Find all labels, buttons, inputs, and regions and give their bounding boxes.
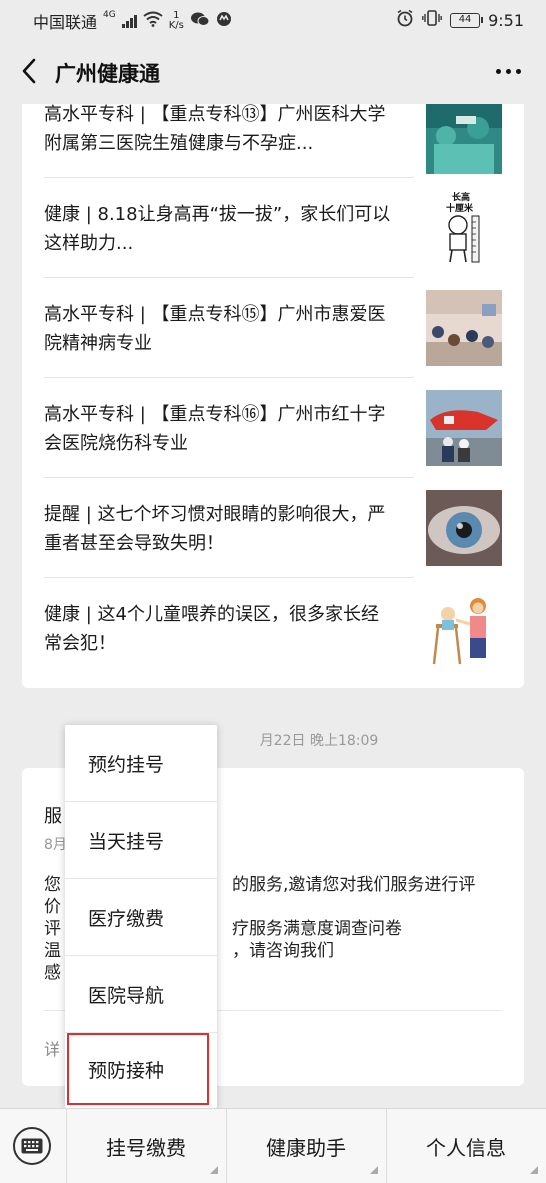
article-title: 高水平专科 | 【重点专科⑮】广州市惠爱医院精神病专业 bbox=[44, 304, 386, 354]
article-item[interactable]: 高水平专科 | 【重点专科⑯】广州市红十字会医院烧伤科专业 bbox=[44, 378, 502, 478]
keyboard-toggle-button[interactable] bbox=[13, 1127, 51, 1165]
article-title: 提醒 | 这七个坏习惯对眼睛的影响很大，严重者甚至会导致失明！ bbox=[44, 504, 386, 554]
article-title: 健康 | 8.18让身高再“拔一拔”，家长们可以这样助力... bbox=[44, 204, 391, 254]
more-dot-icon bbox=[505, 68, 511, 74]
article-thumbnail-classroom bbox=[426, 290, 502, 366]
menu-item-hospital-navigation[interactable]: 医院导航 bbox=[65, 956, 217, 1033]
article-thumbnail-helicopter bbox=[426, 390, 502, 466]
menu-item-same-day-registration[interactable]: 当天挂号 bbox=[65, 802, 217, 879]
submenu-indicator-icon bbox=[210, 1166, 218, 1174]
article-item[interactable]: 高水平专科 | 【重点专科⑮】广州市惠爱医院精神病专业 bbox=[44, 278, 502, 378]
menu-item-appointment[interactable]: 预约挂号 bbox=[65, 725, 217, 802]
article-title: 健康 | 这4个儿童喂养的误区，很多家长经常会犯！ bbox=[44, 604, 379, 654]
back-arrow-icon bbox=[22, 58, 36, 84]
article-thumbnail-surgery bbox=[426, 104, 502, 174]
submenu-indicator-icon bbox=[370, 1166, 378, 1174]
submenu-indicator-icon bbox=[530, 1166, 538, 1174]
more-options-button[interactable] bbox=[490, 56, 526, 86]
tab-label: 健康助手 bbox=[266, 1136, 346, 1160]
article-title: 高水平专科 | 【重点专科⑯】广州市红十字会医院烧伤科专业 bbox=[44, 404, 386, 454]
service-card-line: 的服务,邀请您对我们服务进行评 bbox=[232, 875, 476, 895]
article-item[interactable]: 高水平专科 | 【重点专科⑬】广州医科大学附属第三医院生殖健康与不孕症... bbox=[44, 104, 502, 178]
title-bar: 广州健康通 bbox=[0, 38, 546, 104]
article-title: 高水平专科 | 【重点专科⑬】广州医科大学附属第三医院生殖健康与不孕症... bbox=[44, 104, 386, 154]
bottom-menu-bar: 挂号缴费 健康助手 个人信息 bbox=[0, 1108, 546, 1183]
service-card-line: 温 bbox=[44, 941, 61, 961]
vibrate-icon bbox=[422, 10, 442, 30]
menu-item-vaccination[interactable]: 预防接种 bbox=[67, 1033, 209, 1105]
alarm-icon bbox=[396, 9, 414, 31]
article-item[interactable]: 健康 | 8.18让身高再“拔一拔”，家长们可以这样助力... 长高 十厘米 bbox=[44, 178, 502, 278]
clock-time: 9:51 bbox=[488, 10, 524, 30]
service-card-line: 评 bbox=[44, 919, 61, 939]
network-speed: 1 K/s bbox=[169, 11, 184, 31]
app-notification-icon bbox=[216, 11, 232, 31]
article-item[interactable]: 健康 | 这4个儿童喂养的误区，很多家长经常会犯！ bbox=[44, 578, 502, 688]
service-card-line: 您 bbox=[44, 875, 61, 895]
article-thumbnail-feeding bbox=[426, 590, 502, 666]
article-item[interactable]: 提醒 | 这七个坏习惯对眼睛的影响很大，严重者甚至会导致失明！ bbox=[44, 478, 502, 578]
more-dot-icon bbox=[495, 68, 501, 74]
service-card-line: ，请咨询我们 bbox=[232, 941, 334, 961]
speed-unit: K/s bbox=[168, 20, 184, 31]
tab-label: 挂号缴费 bbox=[106, 1136, 186, 1160]
status-bar: 中国联通 4G 1 K/s 44 9:51 bbox=[0, 0, 546, 38]
battery-icon: 44 bbox=[450, 12, 484, 28]
wechat-icon bbox=[190, 11, 210, 31]
wifi-icon bbox=[143, 11, 163, 31]
article-thumbnail-eye bbox=[426, 490, 502, 566]
submenu-popup: 预约挂号 当天挂号 医疗缴费 医院导航 预防接种 bbox=[65, 725, 217, 1108]
keyboard-icon bbox=[21, 1138, 43, 1154]
service-card-date: 8月 bbox=[44, 837, 67, 853]
service-card-title: 服 bbox=[44, 806, 62, 827]
back-button[interactable] bbox=[14, 54, 44, 88]
tab-label: 个人信息 bbox=[426, 1136, 506, 1160]
carrier-label: 中国联通 bbox=[33, 13, 98, 32]
service-card-detail-link[interactable]: 详 bbox=[44, 1036, 60, 1060]
tab-registration-payment[interactable]: 挂号缴费 bbox=[66, 1109, 226, 1183]
page-title: 广州健康通 bbox=[55, 62, 160, 86]
article-list-card: 高水平专科 | 【重点专科⑬】广州医科大学附属第三医院生殖健康与不孕症... 健… bbox=[22, 104, 524, 688]
menu-item-medical-payment[interactable]: 医疗缴费 bbox=[65, 879, 217, 956]
service-card-line: 疗服务满意度调查问卷 bbox=[232, 919, 402, 939]
service-card-line: 感 bbox=[44, 963, 61, 983]
article-thumbnail-height: 长高 十厘米 bbox=[426, 190, 502, 266]
service-card-line: 价 bbox=[44, 897, 61, 917]
tab-health-assistant[interactable]: 健康助手 bbox=[226, 1109, 386, 1183]
signal-icon bbox=[121, 14, 137, 28]
tab-personal-info[interactable]: 个人信息 bbox=[386, 1109, 546, 1183]
more-dot-icon bbox=[515, 68, 521, 74]
network-type-label: 4G bbox=[103, 10, 116, 20]
